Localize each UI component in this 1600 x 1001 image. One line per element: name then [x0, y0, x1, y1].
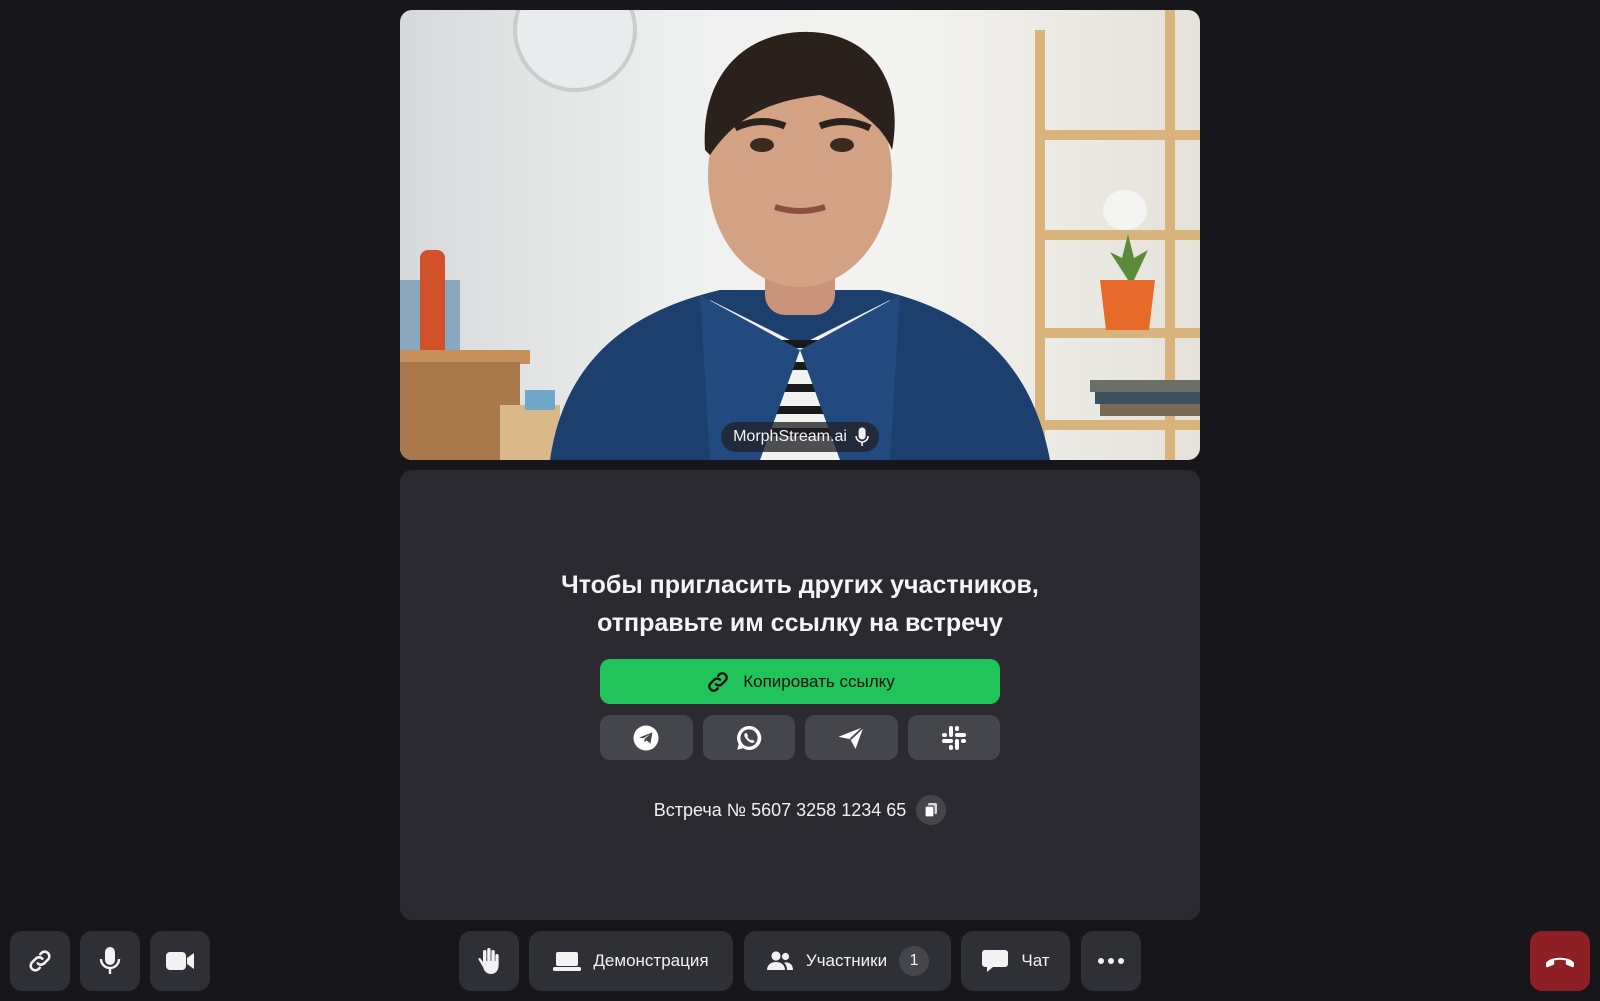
share-send-button[interactable] — [805, 715, 898, 760]
microphone-icon — [855, 427, 869, 446]
chat-button[interactable]: Чат — [961, 931, 1070, 991]
end-call-icon — [1546, 957, 1574, 968]
whatsapp-icon — [736, 725, 762, 750]
chat-icon — [982, 950, 1009, 972]
end-call-button[interactable] — [1530, 931, 1590, 991]
link-icon — [29, 950, 51, 972]
screen-share-button[interactable]: Демонстрация — [529, 931, 733, 991]
share-options — [600, 715, 1000, 760]
participant-video-frame — [400, 10, 1200, 460]
link-icon — [708, 671, 729, 692]
slack-icon — [941, 725, 966, 750]
participants-label: Участники — [805, 951, 888, 970]
copy-link-label: Копировать ссылку — [743, 671, 895, 691]
more-options-button[interactable] — [1081, 931, 1141, 991]
camera-icon — [166, 952, 194, 970]
invite-title: Чтобы пригласить других участников, отпр… — [400, 566, 1200, 642]
participants-count-badge: 1 — [899, 946, 930, 976]
meeting-id: Встреча № 5607 3258 1234 65 — [653, 799, 907, 820]
participants-icon — [766, 951, 793, 970]
share-telegram-button[interactable] — [600, 715, 693, 760]
share-whatsapp-button[interactable] — [702, 715, 795, 760]
raise-hand-button[interactable] — [459, 931, 519, 991]
raise-hand-icon — [478, 948, 499, 974]
telegram-icon — [633, 725, 659, 750]
participants-button[interactable]: Участники 1 — [744, 931, 951, 991]
camera-toggle-button[interactable] — [150, 931, 210, 991]
participant-video-tile[interactable]: MorphStream.ai — [400, 10, 1200, 460]
more-icon — [1098, 958, 1124, 964]
share-slack-button[interactable] — [907, 715, 1000, 760]
copy-icon — [924, 803, 938, 818]
invite-title-line-2: отправьте им ссылку на встречу — [597, 609, 1003, 637]
screen-share-icon — [553, 952, 582, 971]
microphone-icon — [99, 947, 121, 974]
invite-title-line-1: Чтобы пригласить других участников, — [561, 571, 1039, 599]
chat-label: Чат — [1021, 951, 1050, 970]
invite-panel: Чтобы пригласить других участников, отпр… — [400, 470, 1200, 920]
send-icon — [838, 725, 865, 749]
copy-meeting-id-button[interactable] — [916, 795, 947, 825]
microphone-toggle-button[interactable] — [80, 931, 140, 991]
screen-share-label: Демонстрация — [593, 951, 709, 970]
copy-link-button[interactable]: Копировать ссылку — [600, 659, 1000, 704]
copy-meeting-link-button[interactable] — [10, 931, 70, 991]
participant-name-tag: MorphStream.ai — [721, 422, 879, 452]
meeting-id-row: Встреча № 5607 3258 1234 65 — [400, 795, 1200, 825]
participant-name: MorphStream.ai — [733, 428, 847, 445]
meeting-window: MorphStream.ai Чтобы пригласить других у… — [0, 0, 1600, 1001]
